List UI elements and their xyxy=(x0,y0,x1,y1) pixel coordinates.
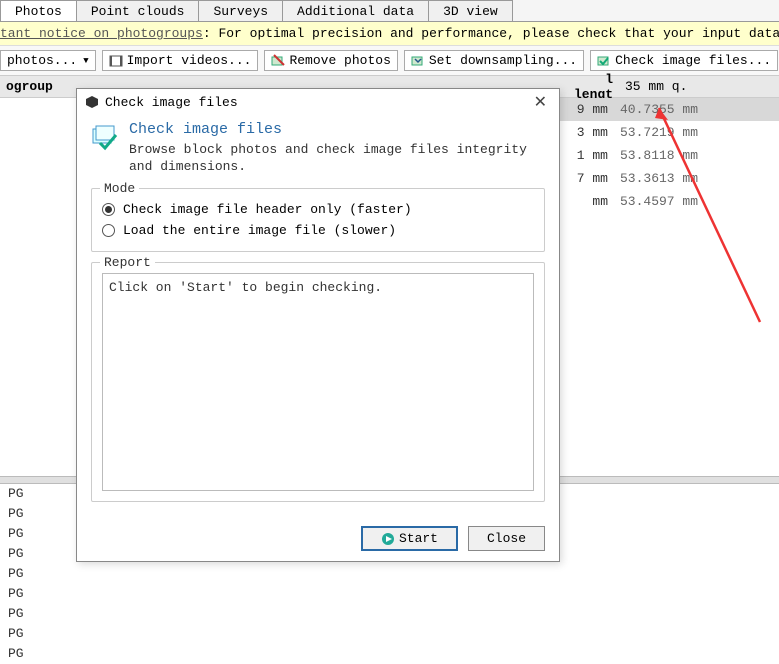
table-row[interactable]: 3 mm53.7219 mm xyxy=(559,121,779,144)
tab-photos[interactable]: Photos xyxy=(0,0,77,21)
check-icon xyxy=(597,54,611,68)
remove-icon xyxy=(271,54,285,68)
dialog-titlebar: Check image files ✕ xyxy=(77,89,559,115)
add-photos-button[interactable]: photos... ▼ xyxy=(0,50,96,71)
dropdown-icon: ▼ xyxy=(83,56,88,66)
main-tabs: Photos Point clouds Surveys Additional d… xyxy=(0,0,779,22)
radio-header-only[interactable]: Check image file header only (faster) xyxy=(102,199,534,220)
import-videos-label: Import videos... xyxy=(127,53,252,68)
app-icon xyxy=(85,95,99,109)
play-icon xyxy=(381,532,395,546)
list-item[interactable]: PG xyxy=(0,644,779,664)
notice-bar: tant notice on photogroups: For optimal … xyxy=(0,22,779,46)
film-icon xyxy=(109,54,123,68)
notice-prefix: tant notice on photogroups xyxy=(0,26,203,41)
report-legend: Report xyxy=(100,255,155,270)
check-image-label: Check image files... xyxy=(615,53,771,68)
radio-label: Check image file header only (faster) xyxy=(123,202,412,217)
radio-icon xyxy=(102,224,115,237)
focal-table: 9 mm40.7355 mm 3 mm53.7219 mm 1 mm53.811… xyxy=(559,98,779,213)
list-item[interactable]: PG xyxy=(0,584,779,604)
radio-entire-file[interactable]: Load the entire image file (slower) xyxy=(102,220,534,241)
table-row[interactable]: 9 mm40.7355 mm xyxy=(559,98,779,121)
tab-surveys[interactable]: Surveys xyxy=(198,0,283,21)
downsample-icon xyxy=(411,54,425,68)
check-image-files-dialog: Check image files ✕ Check image files Br… xyxy=(76,88,560,562)
import-videos-button[interactable]: Import videos... xyxy=(102,50,259,71)
col-hdrval: 35 mm q. xyxy=(619,76,779,97)
tab-pointclouds[interactable]: Point clouds xyxy=(76,0,200,21)
radio-icon xyxy=(102,203,115,216)
set-downsampling-label: Set downsampling... xyxy=(429,53,577,68)
dialog-heading: Check image files xyxy=(129,121,545,138)
list-item[interactable]: PG xyxy=(0,564,779,584)
close-button[interactable]: Close xyxy=(468,526,545,551)
remove-photos-button[interactable]: Remove photos xyxy=(264,50,397,71)
remove-photos-label: Remove photos xyxy=(289,53,390,68)
list-item[interactable]: PG xyxy=(0,624,779,644)
set-downsampling-button[interactable]: Set downsampling... xyxy=(404,50,584,71)
mode-legend: Mode xyxy=(100,181,139,196)
close-label: Close xyxy=(487,531,526,546)
col-ogroup: ogroup xyxy=(0,76,60,97)
list-item[interactable]: PG xyxy=(0,604,779,624)
report-text: Click on 'Start' to begin checking. xyxy=(102,273,534,491)
dialog-title: Check image files xyxy=(105,95,530,110)
start-button[interactable]: Start xyxy=(361,526,458,551)
toolbar: photos... ▼ Import videos... Remove phot… xyxy=(0,46,779,76)
notice-body: : For optimal precision and performance,… xyxy=(203,26,779,41)
table-row[interactable]: mm53.4597 mm xyxy=(559,190,779,213)
check-files-icon xyxy=(91,123,119,151)
add-photos-label: photos... xyxy=(7,53,77,68)
mode-fieldset: Mode Check image file header only (faste… xyxy=(91,188,545,252)
tab-additional[interactable]: Additional data xyxy=(282,0,429,21)
start-label: Start xyxy=(399,531,438,546)
table-row[interactable]: 7 mm53.3613 mm xyxy=(559,167,779,190)
close-icon[interactable]: ✕ xyxy=(530,92,551,112)
tab-3dview[interactable]: 3D view xyxy=(428,0,513,21)
table-row[interactable]: 1 mm53.8118 mm xyxy=(559,144,779,167)
radio-label: Load the entire image file (slower) xyxy=(123,223,396,238)
report-fieldset: Report Click on 'Start' to begin checkin… xyxy=(91,262,545,502)
dialog-subtitle: Browse block photos and check image file… xyxy=(129,142,545,176)
